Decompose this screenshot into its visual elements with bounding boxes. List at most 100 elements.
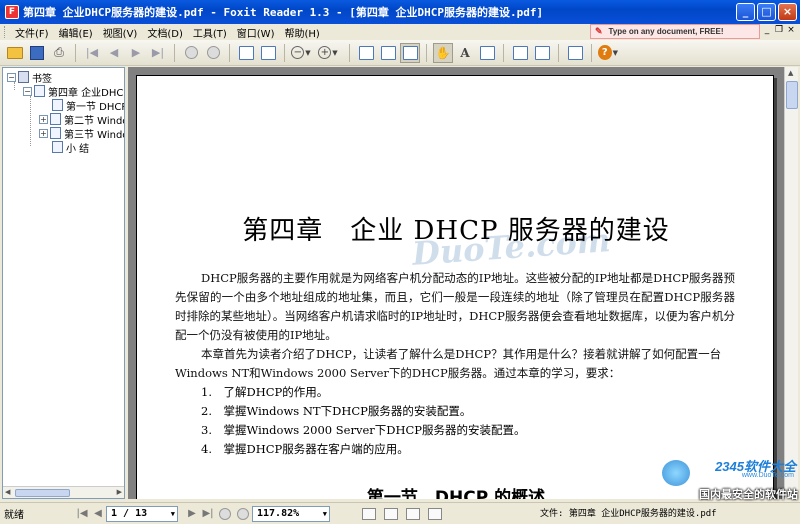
- bookmark-chapter4[interactable]: − 第四章 企业DHCP: [23, 84, 125, 99]
- zoom-out-button[interactable]: − ▼: [291, 43, 311, 63]
- bookmark-summary[interactable]: 小 结: [52, 140, 89, 155]
- menu-edit[interactable]: 编辑(E): [54, 25, 98, 40]
- prev-page-button[interactable]: ◀: [104, 43, 124, 63]
- foxit-app-icon[interactable]: F: [5, 5, 19, 19]
- chevron-down-icon: ▼: [305, 48, 311, 57]
- actual-size-icon: [358, 45, 374, 60]
- status-forward-button[interactable]: [237, 507, 249, 520]
- zoom-out-icon: −: [291, 46, 305, 59]
- menu-window[interactable]: 窗口(W): [232, 25, 280, 40]
- page-number-field[interactable]: 1 / 13 ▼: [106, 505, 178, 522]
- close-button[interactable]: ×: [778, 3, 797, 21]
- doc-restore-button[interactable]: ❐: [774, 25, 784, 35]
- scroll-left-icon[interactable]: ◀: [5, 488, 10, 496]
- bookmarks-panel-button[interactable]: [510, 43, 530, 63]
- status-back-button[interactable]: [219, 507, 231, 520]
- zoom-level-field[interactable]: 117.82% ▼: [252, 505, 330, 522]
- chevron-down-icon[interactable]: ▼: [323, 507, 327, 521]
- menu-view[interactable]: 视图(V): [98, 25, 143, 40]
- scroll-up-icon[interactable]: ▲: [788, 69, 793, 77]
- back-button[interactable]: [181, 43, 201, 63]
- typewriter-button[interactable]: [565, 43, 585, 63]
- snapshot-icon: [479, 45, 495, 60]
- continuous-view-button[interactable]: [384, 507, 398, 520]
- scrollbar-thumb[interactable]: [786, 81, 798, 109]
- bookmarks-icon: [18, 71, 29, 83]
- status-prev-page-button[interactable]: ◀: [90, 508, 106, 519]
- fit-width-button[interactable]: [400, 42, 420, 63]
- tree-collapse-icon[interactable]: −: [7, 72, 16, 82]
- back-icon: [184, 46, 198, 59]
- thumbnails-panel-button[interactable]: [532, 43, 552, 63]
- snapshot-button[interactable]: [477, 43, 497, 63]
- fit-page-button[interactable]: [378, 43, 398, 63]
- list-item: 2. 掌握Windows NT下DHCP服务器的安装配置。: [201, 404, 472, 418]
- chapter-title: 第四章 企业 DHCP 服务器的建设: [242, 216, 670, 246]
- menu-help[interactable]: 帮助(H): [279, 25, 324, 40]
- rotate-left-button[interactable]: [236, 43, 256, 63]
- promo-banner[interactable]: ✎ Type on any document, FREE!: [590, 24, 760, 39]
- hand-tool-button[interactable]: ✋: [433, 42, 453, 63]
- next-page-button[interactable]: ▶: [126, 43, 146, 63]
- forward-button[interactable]: [203, 43, 223, 63]
- maximize-button[interactable]: □: [757, 3, 776, 21]
- document-view[interactable]: DuoTe.com 第四章 企业 DHCP 服务器的建设 DHCP服务器的主要作…: [128, 67, 784, 499]
- status-last-page-button[interactable]: ▶|: [200, 508, 216, 519]
- toolbar-separator: [558, 43, 559, 62]
- bookmark-section1[interactable]: 第一节 DHCP: [52, 98, 125, 113]
- bookmark-page-icon: [34, 85, 45, 97]
- zoom-in-button[interactable]: + ▼: [318, 43, 338, 63]
- bookmark-root[interactable]: − 书签: [7, 70, 52, 85]
- window-title: 第四章 企业DHCP服务器的建设.pdf - Foxit Reader 1.3 …: [23, 6, 544, 19]
- status-first-page-button[interactable]: |◀: [74, 508, 90, 519]
- chevron-down-icon: ▼: [612, 48, 618, 57]
- tree-expand-icon[interactable]: +: [39, 128, 48, 138]
- open-button[interactable]: [5, 43, 25, 63]
- menu-tools[interactable]: 工具(T): [188, 25, 232, 40]
- prev-page-icon: ◀: [109, 46, 119, 59]
- last-page-button[interactable]: ▶|: [148, 43, 168, 63]
- tree-connector: [30, 96, 31, 146]
- doc-close-button[interactable]: ×: [786, 25, 796, 35]
- bookmark-section2[interactable]: + 第二节 Windo: [39, 112, 124, 127]
- chevron-down-icon: ▼: [332, 48, 338, 57]
- bookmark-section3[interactable]: + 第三节 Windo: [39, 126, 124, 141]
- continuous-facing-view-button[interactable]: [428, 507, 442, 520]
- document-vertical-scrollbar[interactable]: ▲: [784, 67, 798, 499]
- actual-size-button[interactable]: [356, 43, 376, 63]
- help-button[interactable]: ? ▼: [598, 43, 618, 63]
- rotate-right-icon: [260, 45, 276, 60]
- single-page-view-button[interactable]: [362, 507, 376, 520]
- facing-view-button[interactable]: [406, 507, 420, 520]
- print-icon: ⎙: [54, 45, 64, 59]
- fit-page-icon: [380, 45, 396, 60]
- menu-bar: 文件(F) 编辑(E) 视图(V) 文档(D) 工具(T) 窗口(W) 帮助(H…: [0, 24, 800, 40]
- toolbar-separator: [591, 43, 592, 62]
- print-button[interactable]: ⎙: [49, 43, 69, 63]
- bookmark-label: 第一节 DHCP: [66, 101, 125, 113]
- menu-file[interactable]: 文件(F): [10, 25, 54, 40]
- chevron-down-icon[interactable]: ▼: [171, 507, 175, 521]
- menu-grip[interactable]: [4, 26, 7, 38]
- scrollbar-thumb[interactable]: [15, 489, 70, 497]
- status-next-page-button[interactable]: ▶: [184, 508, 200, 519]
- thumbnails-panel-icon: [534, 45, 550, 60]
- doc-minimize-button[interactable]: _: [762, 25, 772, 35]
- bookmark-label: 第四章 企业DHCP: [48, 87, 125, 99]
- tree-expand-icon[interactable]: +: [39, 114, 48, 124]
- folder-icon: [7, 46, 23, 59]
- last-page-icon: ▶|: [151, 46, 165, 59]
- pdf-page[interactable]: DuoTe.com 第四章 企业 DHCP 服务器的建设 DHCP服务器的主要作…: [136, 75, 774, 499]
- menu-document[interactable]: 文档(D): [142, 25, 188, 40]
- first-page-button[interactable]: |◀: [82, 43, 102, 63]
- tree-collapse-icon[interactable]: −: [23, 86, 32, 96]
- bookmarks-panel[interactable]: − 书签 − 第四章 企业DHCP 第一节 DHCP + 第二节 Windo +…: [2, 67, 125, 499]
- scroll-right-icon[interactable]: ▶: [117, 488, 122, 496]
- rotate-right-button[interactable]: [258, 43, 278, 63]
- toolbar-separator: [229, 43, 230, 62]
- list-item: 1. 了解DHCP的作用。: [201, 385, 329, 399]
- sidebar-horizontal-scrollbar[interactable]: ◀ ▶: [3, 486, 124, 498]
- minimize-button[interactable]: _: [736, 3, 755, 21]
- text-select-button[interactable]: A: [455, 43, 475, 63]
- save-button[interactable]: [27, 43, 47, 63]
